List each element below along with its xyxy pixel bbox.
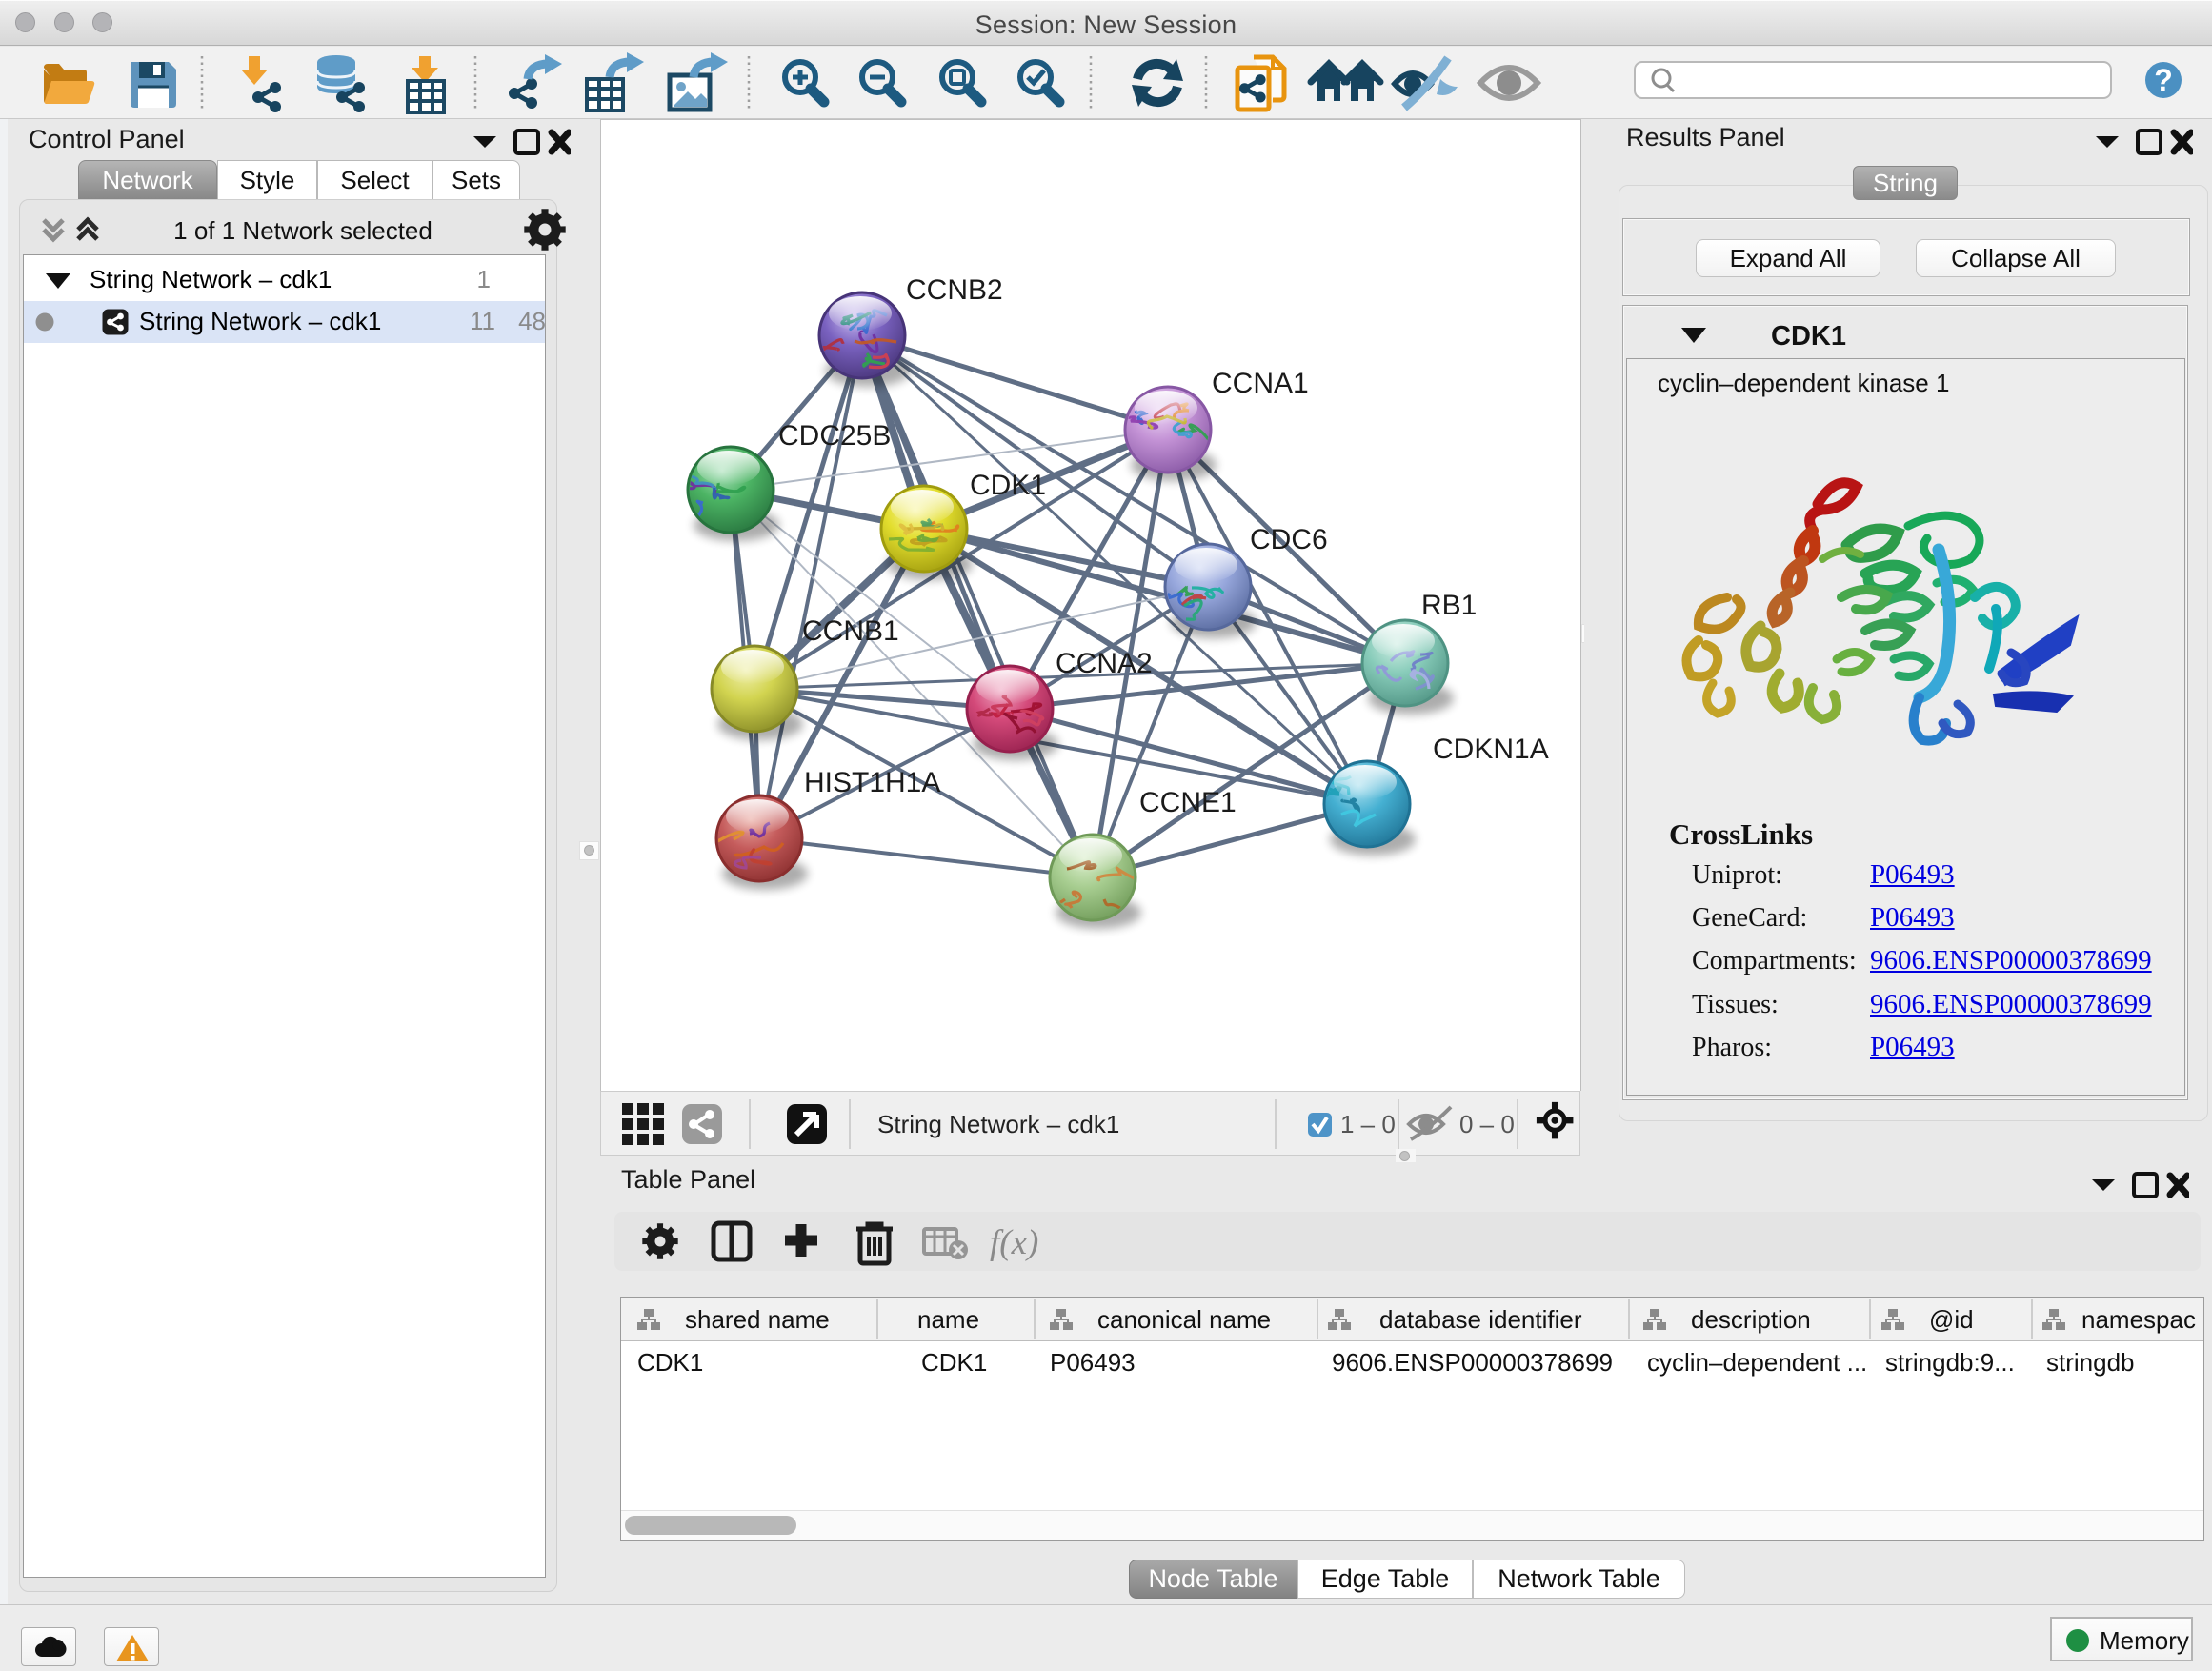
svg-text:CDC6: CDC6 — [1250, 524, 1328, 555]
svg-text:9606.ENSP00000378699: 9606.ENSP00000378699 — [1332, 1348, 1613, 1377]
svg-text:0 – 0: 0 – 0 — [1459, 1110, 1515, 1138]
svg-text:name: name — [917, 1305, 979, 1334]
svg-text:f(x): f(x) — [990, 1223, 1038, 1262]
svg-text:database identifier: database identifier — [1379, 1305, 1582, 1334]
svg-text:CDK1: CDK1 — [637, 1348, 703, 1377]
svg-text:CCNE1: CCNE1 — [1139, 787, 1237, 818]
svg-text:CCNB2: CCNB2 — [906, 274, 1003, 306]
svg-text:CDK1: CDK1 — [970, 470, 1046, 501]
svg-text:String Network – cdk1: String Network – cdk1 — [877, 1110, 1119, 1138]
svg-text:P06493: P06493 — [1050, 1348, 1136, 1377]
svg-text:CCNB1: CCNB1 — [802, 615, 899, 647]
svg-text:CDK1: CDK1 — [921, 1348, 987, 1377]
svg-text:@id: @id — [1929, 1305, 1974, 1334]
svg-text:?: ? — [2154, 63, 2173, 97]
svg-text:CDC25B: CDC25B — [778, 420, 891, 452]
svg-text:stringdb:9...: stringdb:9... — [1885, 1348, 2015, 1377]
svg-text:cyclin–dependent ...: cyclin–dependent ... — [1647, 1348, 1867, 1377]
svg-text:shared name: shared name — [685, 1305, 830, 1334]
svg-text:1 – 0: 1 – 0 — [1340, 1110, 1396, 1138]
svg-text:description: description — [1691, 1305, 1811, 1334]
svg-text:canonical name: canonical name — [1097, 1305, 1271, 1334]
svg-text:CDKN1A: CDKN1A — [1433, 734, 1549, 765]
svg-text:RB1: RB1 — [1421, 590, 1477, 621]
svg-text:HIST1H1A: HIST1H1A — [804, 767, 940, 798]
svg-text:CCNA1: CCNA1 — [1212, 368, 1309, 399]
svg-text:stringdb: stringdb — [2046, 1348, 2135, 1377]
svg-text:namespac: namespac — [2081, 1305, 2196, 1334]
svg-text:CCNA2: CCNA2 — [1056, 648, 1153, 679]
